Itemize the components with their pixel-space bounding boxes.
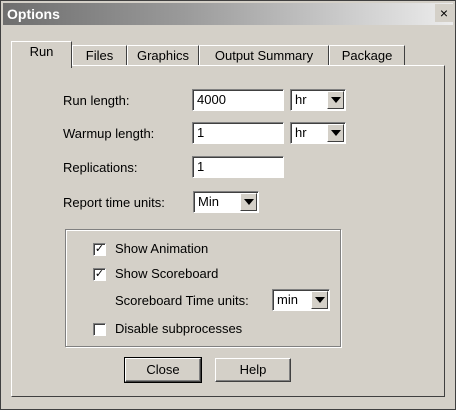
- window-title: Options: [7, 6, 60, 22]
- options-dialog: Options × Files Graphics Output Summary …: [0, 0, 456, 410]
- title-bar[interactable]: Options ×: [3, 3, 453, 25]
- tab-run-label: Run: [29, 44, 54, 59]
- tab-run[interactable]: Run: [11, 41, 72, 68]
- close-icon[interactable]: ×: [435, 4, 453, 22]
- tab-graphics[interactable]: Graphics: [127, 45, 199, 66]
- tab-package[interactable]: Package: [329, 45, 405, 66]
- tab-output-summary[interactable]: Output Summary: [199, 45, 329, 66]
- tab-files[interactable]: Files: [72, 45, 127, 66]
- run-tab-panel: [11, 65, 445, 397]
